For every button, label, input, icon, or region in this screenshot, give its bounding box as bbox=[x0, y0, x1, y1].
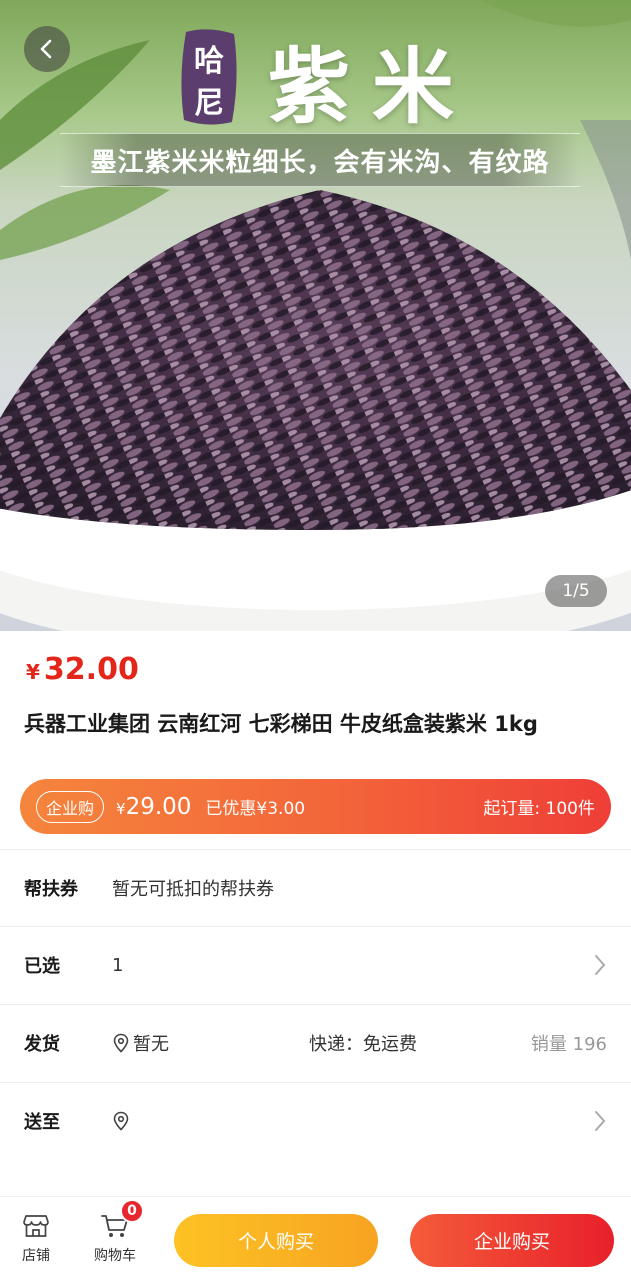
brand-badge-line2: 尼 bbox=[194, 86, 224, 121]
shipping-row: 发货 暂无 快递：免运费 销量 196 bbox=[0, 1004, 631, 1081]
selected-label: 已选 bbox=[24, 956, 60, 977]
enterprise-price: ¥29.00 bbox=[116, 794, 191, 820]
price-value: 32.00 bbox=[43, 652, 139, 687]
coupon-value: 暂无可抵扣的帮扶券 bbox=[112, 879, 274, 900]
selected-spec-row[interactable]: 已选 1 bbox=[0, 926, 631, 1003]
sales-count: 销量 196 bbox=[530, 1034, 607, 1055]
deliver-label: 送至 bbox=[24, 1112, 60, 1133]
enterprise-currency: ¥ bbox=[116, 799, 126, 818]
shop-label: 店铺 bbox=[22, 1248, 50, 1264]
bottom-action-bar: 店铺 购物车 0 个人购买 企业购买 bbox=[0, 1196, 631, 1280]
enterprise-price-value: 29.00 bbox=[125, 793, 192, 820]
back-arrow-icon bbox=[40, 39, 52, 59]
cart-count-badge: 0 bbox=[120, 1199, 144, 1223]
coupon-label: 帮扶券 bbox=[24, 879, 78, 900]
enterprise-saving: 已优惠¥3.00 bbox=[205, 799, 306, 819]
coupon-row[interactable]: 帮扶券 暂无可抵扣的帮扶券 bbox=[0, 849, 631, 926]
selected-value: 1 bbox=[112, 954, 124, 976]
express-info: 快递：免运费 bbox=[309, 1034, 417, 1055]
product-image-carousel[interactable]: 哈 尼 紫米 墨江紫米米粒细长，会有米沟、有纹路 1/5 bbox=[0, 0, 631, 631]
hero-subtitle: 墨江紫米米粒细长，会有米沟、有纹路 bbox=[90, 147, 550, 178]
chevron-right-icon bbox=[595, 955, 606, 975]
enterprise-price-bar: 企业购 ¥29.00 已优惠¥3.00 起订量: 100件 bbox=[20, 779, 611, 834]
shipping-origin: 暂无 bbox=[133, 1034, 169, 1055]
shipping-label: 发货 bbox=[24, 1034, 60, 1055]
cart-label: 购物车 bbox=[94, 1248, 136, 1264]
chevron-right-icon bbox=[595, 1111, 606, 1131]
location-pin-icon bbox=[113, 1111, 129, 1131]
product-title: 兵器工业集团 云南红河 七彩梯田 牛皮纸盒装紫米 1kg bbox=[24, 712, 538, 736]
hero-title: 紫米 bbox=[268, 39, 477, 135]
currency-symbol: ¥ bbox=[26, 660, 40, 684]
store-icon bbox=[23, 1215, 49, 1237]
min-order-quantity: 起订量: 100件 bbox=[483, 799, 595, 819]
enterprise-buy-button[interactable]: 企业购买 bbox=[410, 1214, 614, 1267]
location-pin-icon bbox=[113, 1033, 129, 1053]
back-button[interactable] bbox=[24, 26, 70, 72]
brand-badge-line1: 哈 bbox=[194, 44, 224, 79]
brand-badge: 哈 尼 bbox=[178, 28, 240, 126]
shop-tab[interactable]: 店铺 bbox=[22, 1213, 50, 1265]
personal-buy-button[interactable]: 个人购买 bbox=[174, 1214, 378, 1267]
deliver-to-row[interactable]: 送至 bbox=[0, 1082, 631, 1159]
product-price: ¥32.00 bbox=[26, 652, 139, 687]
hero-subtitle-banner: 墨江紫米米粒细长，会有米沟、有纹路 bbox=[60, 133, 580, 187]
enterprise-tag: 企业购 bbox=[36, 790, 105, 823]
image-pager: 1/5 bbox=[545, 575, 607, 607]
